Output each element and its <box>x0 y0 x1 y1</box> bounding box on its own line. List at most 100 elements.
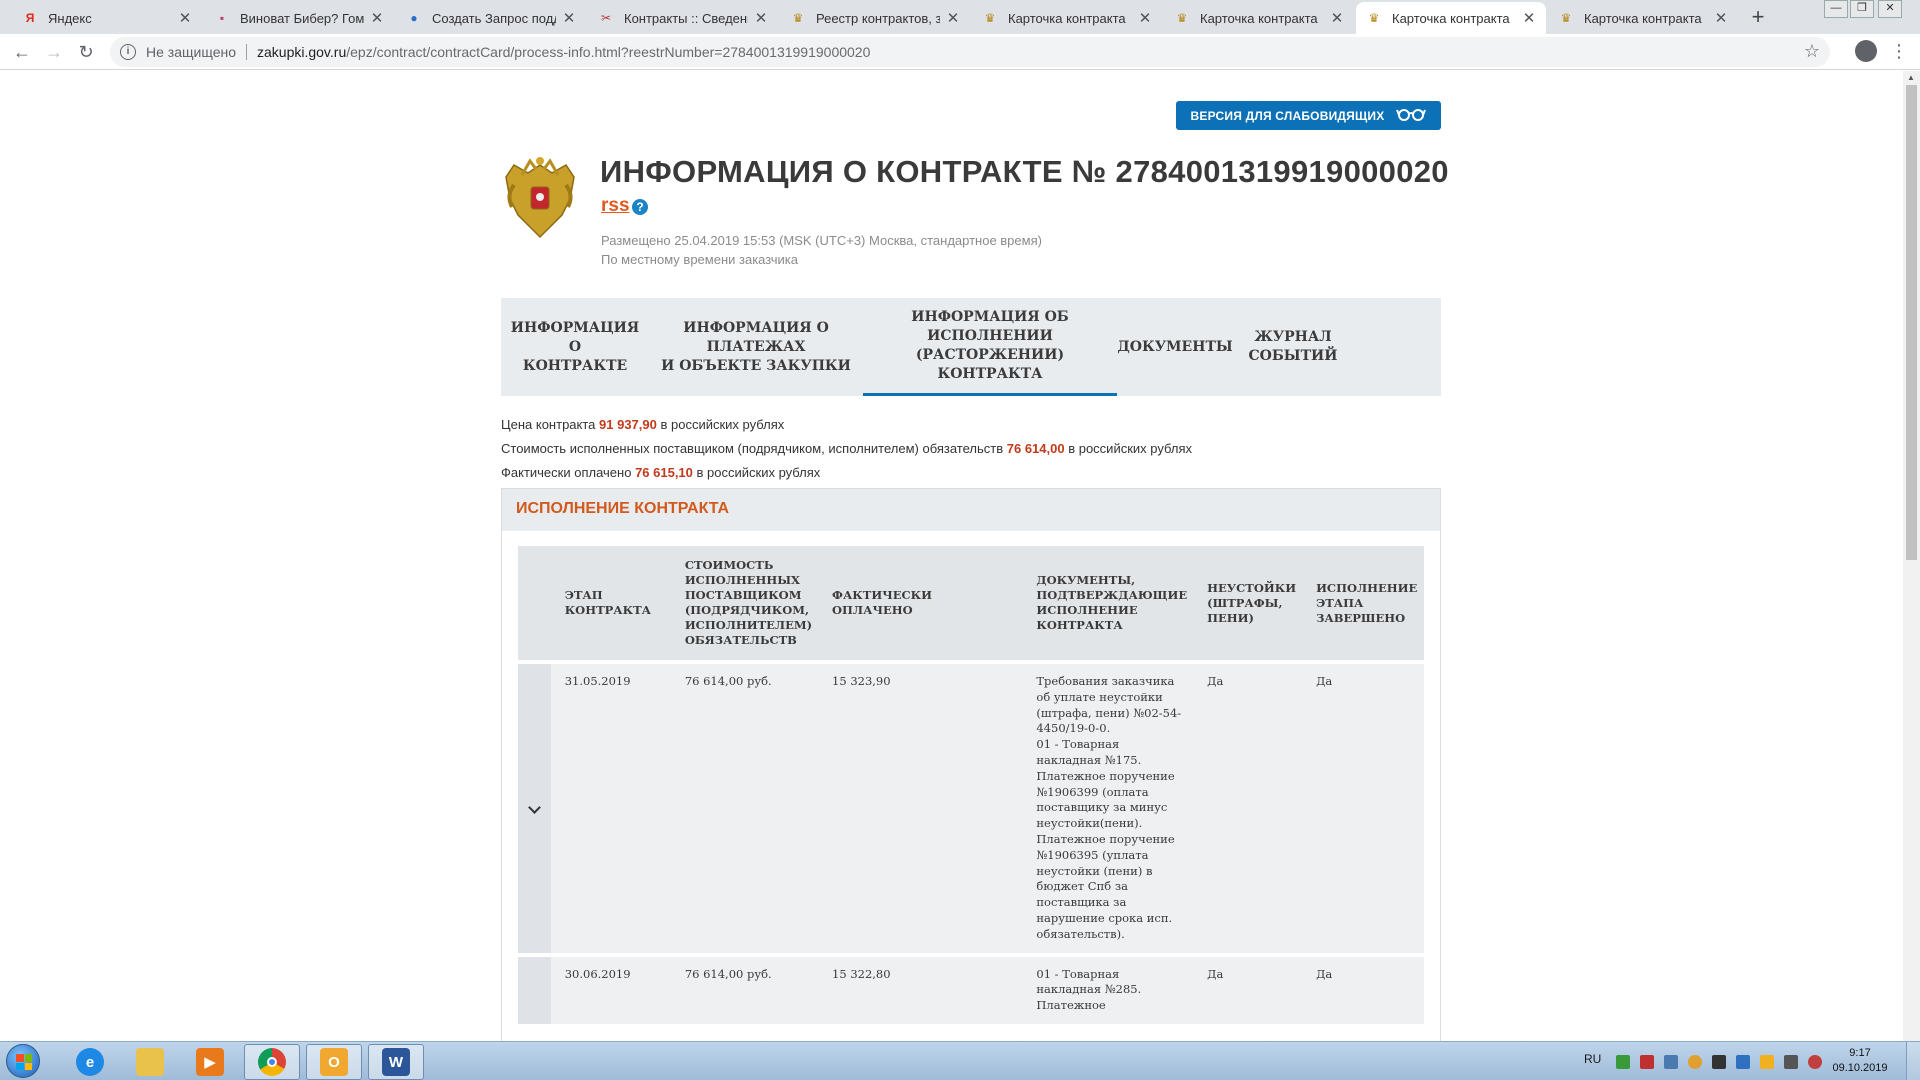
tray-device-icon[interactable] <box>1712 1055 1726 1069</box>
browser-tab[interactable]: Я Яндекс ✕ <box>12 2 202 34</box>
system-clock[interactable]: 9:17 09.10.2019 <box>1830 1046 1890 1076</box>
contract-price-label: Цена контракта <box>501 417 600 432</box>
page-tab[interactable]: ДОКУМЕНТЫ <box>1117 298 1233 396</box>
tray-network-icon[interactable] <box>1664 1055 1678 1069</box>
url-path: /epz/contract/contractCard/process-info.… <box>346 44 871 60</box>
scrollbar-thumb[interactable] <box>1906 85 1917 560</box>
tab-close-icon[interactable]: ✕ <box>1522 9 1536 27</box>
executed-cost-label: Стоимость исполненных поставщиком (подря… <box>501 441 1007 456</box>
contract-price-currency: в российских рублях <box>656 417 785 432</box>
taskbar-word[interactable]: W <box>368 1044 424 1080</box>
cell-docs: Требования заказчика об уплате неустойки… <box>1022 660 1194 953</box>
restore-icon[interactable]: ❐ <box>1850 0 1874 18</box>
paid-line: Фактически оплачено 76 615,10 в российск… <box>501 465 820 480</box>
cell-penalties: Да <box>1193 952 1303 1024</box>
browser-tab[interactable]: ● Создать Запрос подде ✕ <box>396 2 586 34</box>
tab-favicon-icon: ♛ <box>792 11 804 25</box>
forward-icon[interactable]: → <box>42 40 66 64</box>
site-info-icon[interactable]: i <box>120 44 136 60</box>
taskbar-outlook[interactable]: O <box>306 1044 362 1080</box>
column-header: НЕУСТОЙКИ (ШТРАФЫ, ПЕНИ) <box>1193 546 1303 660</box>
page-tab[interactable]: ЖУРНАЛ СОБЫТИЙ <box>1233 298 1353 396</box>
table-row[interactable]: 31.05.2019 76 614,00 руб. 15 323,90 Требова… <box>518 660 1424 953</box>
taskbar-ie[interactable]: e <box>62 1044 118 1080</box>
close-window-icon[interactable]: ✕ <box>1878 0 1902 18</box>
tab-close-icon[interactable]: ✕ <box>370 9 384 27</box>
table-row[interactable]: 30.06.2019 76 614,00 руб. 15 322,80 01 - То… <box>518 952 1424 1024</box>
tray-battery-icon[interactable] <box>1784 1055 1798 1069</box>
chrome-icon <box>258 1048 286 1076</box>
tab-close-icon[interactable]: ✕ <box>562 9 576 27</box>
tab-close-icon[interactable]: ✕ <box>1330 9 1344 27</box>
browser-tab[interactable]: ♛ Карточка контракта ✕ <box>1356 2 1546 34</box>
executed-cost-value: 76 614,00 <box>1006 441 1065 456</box>
taskbar-explorer[interactable] <box>122 1044 178 1080</box>
tab-close-icon[interactable]: ✕ <box>178 9 192 27</box>
doc-line: Платежное поручение №1906395 (уплата неу… <box>1036 831 1175 941</box>
language-indicator[interactable]: RU <box>1584 1052 1601 1066</box>
browser-tab[interactable]: ♛ Карточка контракта ✕ <box>1164 2 1354 34</box>
accessibility-version-label: ВЕРСИЯ ДЛЯ СЛАБОВИДЯЩИХ <box>1190 108 1385 123</box>
tray-shield-icon[interactable] <box>1616 1055 1630 1069</box>
rss-link[interactable]: rss <box>601 195 630 217</box>
tab-label: Контракты :: Сведения <box>624 10 748 26</box>
row-toggle[interactable] <box>518 952 551 1024</box>
tab-close-icon[interactable]: ✕ <box>1138 9 1152 27</box>
back-icon[interactable]: ← <box>10 40 34 64</box>
tab-close-icon[interactable]: ✕ <box>946 9 960 27</box>
taskbar-chrome[interactable] <box>244 1044 300 1080</box>
media-player-icon: ▶ <box>196 1048 224 1076</box>
browser-tab[interactable]: ▪ Виноват Бибер? Гомес ✕ <box>204 2 394 34</box>
page-tab[interactable]: ИНФОРМАЦИЯ О КОНТРАКТЕ <box>501 298 649 396</box>
cell-stage: 31.05.2019 <box>550 660 671 953</box>
tab-label: Реестр контрактов, зак <box>816 10 940 26</box>
show-desktop-button[interactable] <box>1906 1042 1920 1080</box>
tray-flag-icon[interactable] <box>1736 1055 1750 1069</box>
page-tab-label-line: ЖУРНАЛ <box>1254 329 1332 345</box>
tray-volume-icon[interactable] <box>1808 1055 1822 1069</box>
cell-completed: Да <box>1302 952 1424 1024</box>
browser-menu-icon[interactable]: ⋮ <box>1890 40 1908 62</box>
taskbar-media[interactable]: ▶ <box>182 1044 238 1080</box>
russian-coat-of-arms-emblem <box>500 155 580 241</box>
start-button[interactable] <box>6 1044 40 1078</box>
row-toggle[interactable] <box>518 660 551 953</box>
browser-tab-strip: Я Яндекс ✕ ▪ Виноват Бибер? Гомес ✕ ● Создать З… <box>0 0 1920 34</box>
browser-tab[interactable]: ♛ Реестр контрактов, зак ✕ <box>780 2 970 34</box>
page-scrollbar[interactable]: ▲ <box>1903 71 1920 1041</box>
tab-label: Карточка контракта <box>1200 10 1318 26</box>
contract-tabs: ИНФОРМАЦИЯ О КОНТРАКТЕ ИНФОРМАЦИЯ О ПЛАТЕЖ… <box>501 298 1441 396</box>
cell-penalties: Да <box>1193 660 1303 953</box>
browser-tab[interactable]: ♛ Карточка контракта ✕ <box>972 2 1162 34</box>
windows-logo-icon <box>16 1054 32 1070</box>
publication-date: Размещено 25.04.2019 15:53 (MSK (UTC+3) … <box>601 233 1042 248</box>
doc-line: Требования заказчика об уплате неустойки… <box>1036 674 1182 736</box>
doc-line: 01 - Товарная накладная №285. <box>1036 966 1142 997</box>
scroll-up-icon[interactable]: ▲ <box>1907 73 1915 82</box>
address-bar[interactable]: i Не защищено zakupki.gov.ru/epz/contrac… <box>110 37 1830 67</box>
new-tab-icon[interactable]: + <box>1744 4 1772 32</box>
tray-update-icon[interactable] <box>1688 1055 1702 1069</box>
profile-avatar-icon[interactable] <box>1855 40 1877 62</box>
reload-icon[interactable]: ↻ <box>74 40 98 64</box>
chevron-down-icon[interactable] <box>527 801 541 815</box>
tab-close-icon[interactable]: ✕ <box>1714 9 1728 27</box>
page-tab[interactable]: ИНФОРМАЦИЯ ОБ ИСПОЛНЕНИИ (РАСТОРЖЕНИИ) КО… <box>863 298 1117 396</box>
page-tab-label-line: КОНТРАКТЕ <box>522 357 628 374</box>
browser-tab[interactable]: ✂ Контракты :: Сведения ✕ <box>588 2 778 34</box>
tab-favicon-icon: ● <box>410 11 418 25</box>
bookmark-star-icon[interactable]: ☆ <box>1804 41 1820 62</box>
tab-close-icon[interactable]: ✕ <box>754 9 768 27</box>
clock-time: 9:17 <box>1849 1047 1871 1059</box>
table-header-row: ЭТАП КОНТРАКТА СТОИМОСТЬ ИСПОЛНЕННЫХ ПОСТ… <box>518 546 1424 660</box>
clock-date: 09.10.2019 <box>1832 1062 1888 1074</box>
minimize-icon[interactable]: — <box>1824 0 1848 18</box>
tray-tool-icon[interactable] <box>1640 1055 1654 1069</box>
page-tab[interactable]: ИНФОРМАЦИЯ О ПЛАТЕЖАХ И ОБЪЕКТЕ ЗАКУПКИ <box>649 298 863 396</box>
column-header: ФАКТИЧЕСКИ ОПЛАЧЕНО <box>818 546 1023 660</box>
page-tab-label-line: И ОБЪЕКТЕ ЗАКУПКИ <box>661 357 851 374</box>
accessibility-version-button[interactable]: ВЕРСИЯ ДЛЯ СЛАБОВИДЯЩИХ <box>1176 101 1441 130</box>
help-icon[interactable]: ? <box>632 199 648 215</box>
browser-tab[interactable]: ♛ Карточка контракта ✕ <box>1548 2 1738 34</box>
tray-mail-icon[interactable] <box>1760 1055 1774 1069</box>
